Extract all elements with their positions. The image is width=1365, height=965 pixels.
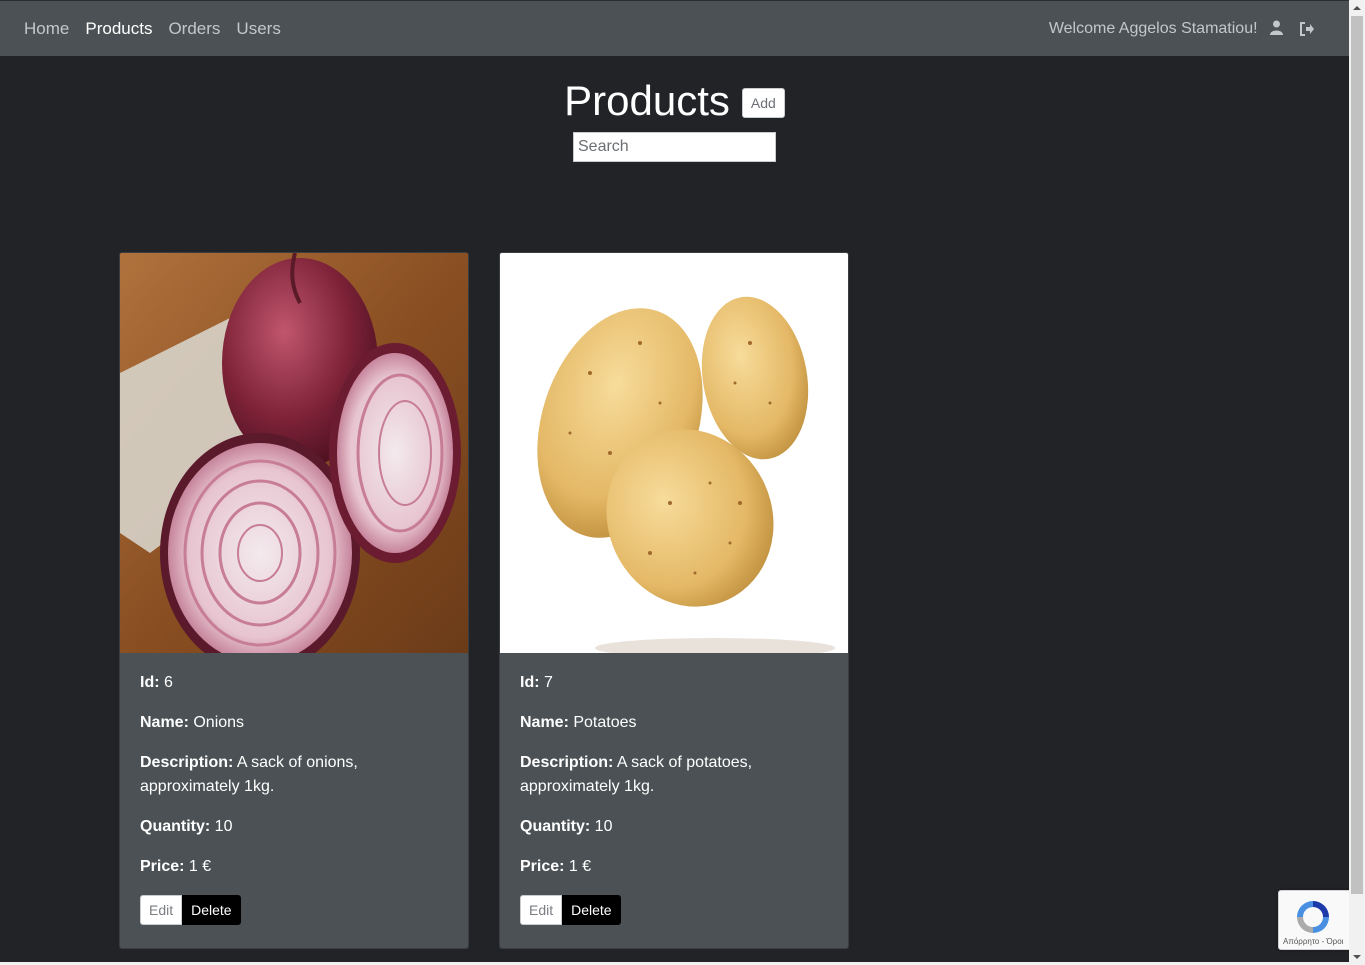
- description-label: Description:: [520, 754, 614, 771]
- product-card: Id: 7 Name: Potatoes Description: A sack…: [499, 252, 849, 949]
- add-product-button[interactable]: Add: [741, 88, 785, 118]
- name-value: Potatoes: [573, 714, 637, 731]
- quantity-value: 10: [594, 818, 613, 835]
- id-value: 7: [544, 674, 553, 691]
- page-title: Products: [564, 77, 730, 124]
- nav-link-orders[interactable]: Orders: [168, 19, 220, 39]
- scrollbar-thumb[interactable]: [1351, 16, 1363, 894]
- delete-button[interactable]: Delete: [182, 895, 241, 925]
- page-header: Products Add: [0, 76, 1349, 162]
- product-name: Name: Potatoes: [520, 711, 828, 735]
- quantity-label: Quantity:: [520, 818, 591, 835]
- price-label: Price:: [520, 858, 565, 875]
- nav-link-home[interactable]: Home: [24, 19, 69, 39]
- card-body: Id: 6 Name: Onions Description: A sack o…: [120, 653, 468, 925]
- search-input[interactable]: [573, 132, 776, 162]
- product-price: Price: 1 €: [140, 855, 448, 879]
- product-quantity: Quantity: 10: [140, 815, 448, 839]
- card-actions: Edit Delete: [520, 895, 828, 925]
- product-id: Id: 6: [140, 671, 448, 695]
- nav-links: Home Products Orders Users: [24, 1, 281, 57]
- product-card: Id: 6 Name: Onions Description: A sack o…: [119, 252, 469, 949]
- quantity-value: 10: [214, 818, 233, 835]
- top-navbar: Home Products Orders Users Welcome Aggel…: [0, 0, 1349, 56]
- scroll-down-arrow-icon[interactable]: [1349, 949, 1365, 965]
- product-id: Id: 7: [520, 671, 828, 695]
- nav-user-area: Welcome Aggelos Stamatiou!: [1049, 1, 1315, 57]
- nav-link-products[interactable]: Products: [85, 19, 152, 39]
- name-label: Name:: [520, 714, 569, 731]
- vertical-scrollbar[interactable]: [1349, 0, 1365, 965]
- delete-button[interactable]: Delete: [562, 895, 621, 925]
- id-label: Id:: [140, 674, 160, 691]
- welcome-text: Welcome Aggelos Stamatiou!: [1048, 20, 1258, 37]
- recaptcha-icon: [1297, 901, 1329, 933]
- price-label: Price:: [140, 858, 185, 875]
- description-label: Description:: [140, 754, 234, 771]
- name-label: Name:: [140, 714, 189, 731]
- recaptcha-text: Απόρρητο - Όροι: [1283, 937, 1344, 946]
- onion-photo: [120, 253, 468, 653]
- potato-photo: [500, 253, 848, 653]
- card-body: Id: 7 Name: Potatoes Description: A sack…: [500, 653, 848, 925]
- price-value: 1 €: [188, 858, 212, 875]
- name-value: Onions: [193, 714, 245, 731]
- scroll-up-arrow-icon[interactable]: [1349, 0, 1365, 16]
- product-name: Name: Onions: [140, 711, 448, 735]
- logout-icon[interactable]: [1299, 21, 1315, 37]
- product-price: Price: 1 €: [520, 855, 828, 879]
- price-value: 1 €: [568, 858, 592, 875]
- product-description: Description: A sack of potatoes, approxi…: [520, 751, 828, 799]
- edit-button[interactable]: Edit: [520, 895, 563, 925]
- user-icon: [1270, 20, 1283, 35]
- title-row: Products Add: [0, 76, 1349, 126]
- nav-link-users[interactable]: Users: [236, 19, 280, 39]
- id-label: Id:: [520, 674, 540, 691]
- product-description: Description: A sack of onions, approxima…: [140, 751, 448, 799]
- quantity-label: Quantity:: [140, 818, 211, 835]
- id-value: 6: [164, 674, 173, 691]
- card-actions: Edit Delete: [140, 895, 448, 925]
- welcome-message[interactable]: Welcome Aggelos Stamatiou!: [1049, 20, 1283, 38]
- product-quantity: Quantity: 10: [520, 815, 828, 839]
- edit-button[interactable]: Edit: [140, 895, 183, 925]
